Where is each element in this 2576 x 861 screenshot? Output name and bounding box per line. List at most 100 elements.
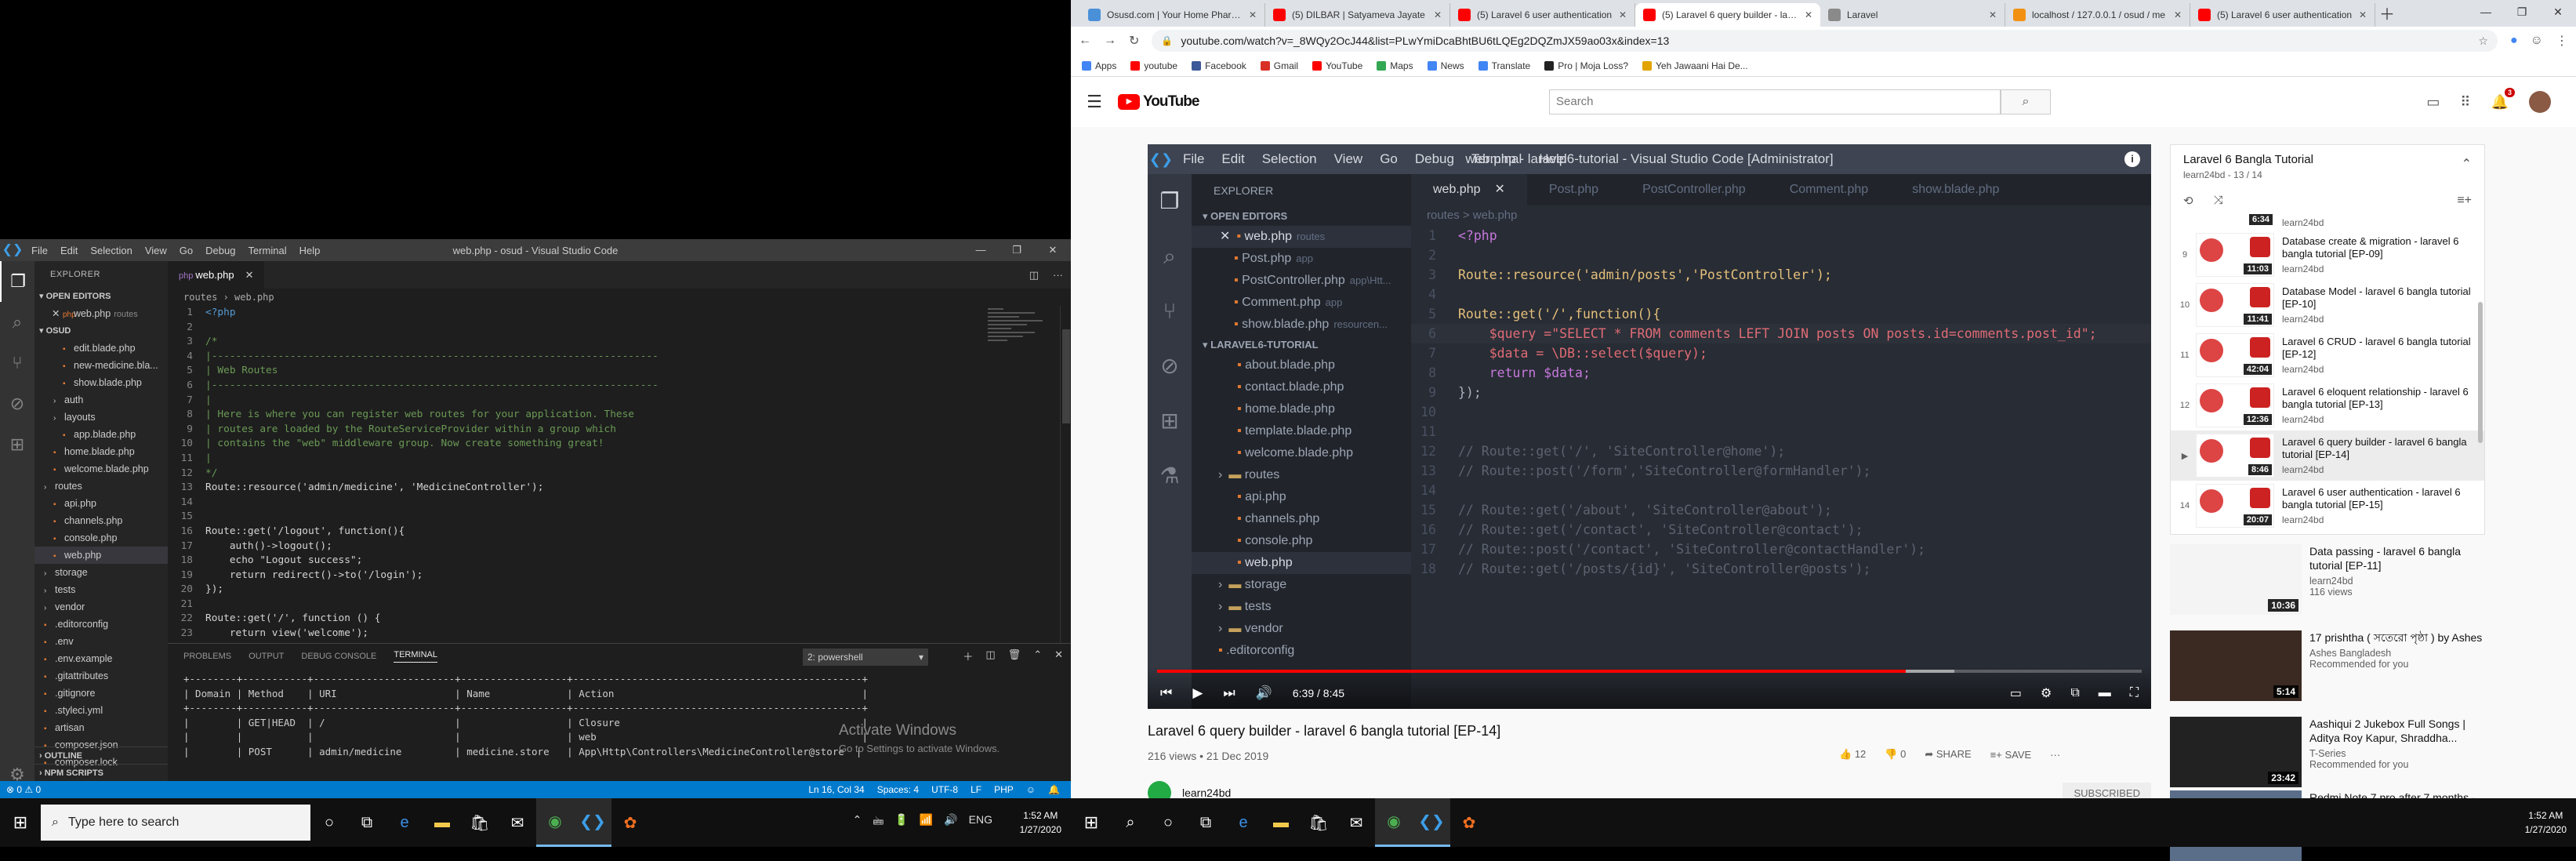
channel-name[interactable]: learn24bd [1182, 787, 1231, 799]
share-button[interactable]: ➦ SHARE [1925, 748, 1971, 761]
menu-terminal[interactable]: Terminal [241, 245, 292, 256]
progress-bar[interactable] [1157, 670, 2142, 673]
youtube-logo[interactable]: ▶ YouTube [1118, 93, 1199, 111]
file-item[interactable]: ▪ .env [34, 633, 168, 650]
collapse-icon[interactable]: ⌃ [2462, 156, 2472, 172]
clock[interactable]: 1:52 AM 1/27/2020 [1020, 808, 1061, 837]
menu-go[interactable]: Go [173, 245, 199, 256]
menu-edit[interactable]: Edit [54, 245, 84, 256]
close-tab-icon[interactable]: ✕ [1619, 9, 1627, 20]
workspace-section[interactable]: ▾ OSUD [34, 322, 168, 340]
status-item[interactable]: Spaces: 4 [877, 781, 919, 798]
chrome-icon[interactable]: ◉ [536, 798, 574, 847]
bookmark-item[interactable]: Gmail [1260, 60, 1298, 71]
browser-tab[interactable]: (5) DILBAR | Satyameva Jayate ✕ [1265, 3, 1450, 27]
folder-item[interactable]: › storage [34, 564, 168, 581]
split-editor-icon[interactable]: ◫ [1029, 261, 1039, 289]
dislike-button[interactable]: 👎 0 [1885, 748, 1906, 761]
store-icon[interactable]: 🛍 [1300, 798, 1337, 847]
hamburger-icon[interactable]: ☰ [1071, 92, 1118, 112]
bookmark-item[interactable]: YouTube [1312, 60, 1362, 71]
info-icon[interactable]: i [2124, 151, 2140, 167]
cortana-icon[interactable]: ○ [1149, 798, 1187, 847]
panel-tab-terminal[interactable]: TERMINAL [394, 650, 437, 663]
open-editors-section[interactable]: ▾ OPEN EDITORS [34, 288, 168, 305]
file-item[interactable]: ▪ home.blade.php [34, 443, 168, 460]
star-icon[interactable]: ☆ [2478, 35, 2488, 48]
file-item[interactable]: ▪ api.php [34, 495, 168, 512]
create-video-icon[interactable]: ▭ [2426, 94, 2440, 111]
settings-icon[interactable]: ⚙ [2041, 685, 2052, 701]
vscode-taskbar-icon[interactable]: ❮❯ [574, 798, 611, 847]
outline-section[interactable]: › OUTLINE [34, 747, 168, 764]
maximize-icon[interactable]: ❐ [999, 239, 1035, 261]
file-item[interactable]: ▪ .editorconfig [34, 616, 168, 633]
mail-icon[interactable]: ✉ [1337, 798, 1375, 847]
task-view-icon[interactable]: ⧉ [1187, 798, 1225, 847]
close-tab-icon[interactable]: ✕ [2359, 9, 2367, 20]
cortana-icon[interactable]: ○ [310, 798, 348, 847]
bookmark-item[interactable]: News [1427, 60, 1464, 71]
address-bar[interactable]: 🔒 youtube.com/watch?v=_8WQy2OcJ44&list=PL… [1152, 30, 2498, 52]
chrome-icon[interactable]: ◉ [1375, 798, 1413, 847]
file-item[interactable]: ▪ edit.blade.php [34, 340, 168, 357]
close-panel-icon[interactable]: ✕ [1054, 648, 1063, 663]
bookmark-item[interactable]: Pro | Moja Loss? [1544, 60, 1628, 71]
open-editor-item[interactable]: ✕ phpweb.php routes [34, 305, 168, 322]
panel-tab-problems[interactable]: PROBLEMS [183, 652, 231, 661]
close-tab-icon[interactable]: ✕ [1434, 9, 1442, 20]
close-tab-icon[interactable]: ✕ [2174, 9, 2182, 20]
status-item[interactable]: LF [971, 781, 981, 798]
shuffle-icon[interactable]: ⤨ [2214, 194, 2223, 208]
folder-item[interactable]: › layouts [34, 409, 168, 426]
minimap[interactable] [988, 306, 1049, 369]
next-icon[interactable]: ⏭ [1223, 685, 1235, 701]
file-item[interactable]: ▪ welcome.blade.php [34, 460, 168, 478]
playlist-item[interactable]: ▶ 8:46 Laravel 6 query builder - laravel 6… [2171, 430, 2484, 481]
source-control-icon[interactable]: ⑂ [0, 343, 34, 383]
recommended-video[interactable]: 23:42 Aashiqui 2 Jukebox Full Songs | Adi… [2170, 717, 2485, 787]
minimize-icon[interactable]: — [963, 239, 999, 261]
more-actions-icon[interactable]: ··· [1053, 261, 1063, 289]
problems-status[interactable]: ⊗ 0 ⚠ 0 [6, 781, 41, 798]
folder-item[interactable]: › tests [34, 581, 168, 598]
recommended-video[interactable]: 5:14 17 prishtha ( সতেরো পৃষ্ঠা ) by Ashe… [2170, 630, 2485, 701]
file-item[interactable]: ▪ new-medicine.bla... [34, 357, 168, 374]
folder-item[interactable]: › vendor [34, 598, 168, 616]
editor-scrollbar[interactable] [1060, 306, 1071, 643]
browser-tab[interactable]: Osusd.com | Your Home Pharmacy ✕ [1080, 3, 1265, 27]
edge-icon[interactable]: e [1225, 798, 1262, 847]
apps-icon[interactable]: ⠿ [2460, 94, 2470, 111]
trash-icon[interactable]: 🗑 [1008, 648, 1021, 663]
file-item[interactable]: ▪ .env.example [34, 650, 168, 667]
bookmark-item[interactable]: Facebook [1192, 60, 1246, 71]
npm-scripts-section[interactable]: › NPM SCRIPTS [34, 764, 168, 781]
vscode-taskbar-icon[interactable]: ❮❯ [1413, 798, 1450, 847]
xampp-icon[interactable]: ✿ [611, 798, 649, 847]
file-item[interactable]: ▪ .styleci.yml [34, 702, 168, 719]
search-button[interactable]: ⌕ [2001, 89, 2051, 114]
previous-icon[interactable]: ⏮ [1160, 685, 1172, 701]
avatar[interactable] [2529, 91, 2551, 113]
terminal-select[interactable]: 2: powershell ▾ [803, 648, 928, 666]
file-item[interactable]: ▪ app.blade.php [34, 426, 168, 443]
file-explorer-icon[interactable]: ▬ [423, 798, 461, 847]
browser-tab[interactable]: localhost / 127.0.0.1 / osud / me ✕ [2005, 3, 2190, 27]
playlist-item[interactable]: 6:34 learn24bd [2171, 213, 2484, 230]
mail-icon[interactable]: ✉ [499, 798, 536, 847]
debug-icon[interactable]: ⊘ [0, 383, 34, 424]
editor-tab[interactable]: php web.php ✕ [168, 261, 265, 289]
volume-icon[interactable]: 🔊 [1256, 685, 1272, 701]
like-button[interactable]: 👍 12 [1839, 748, 1866, 761]
subtitles-icon[interactable]: ▭ [2010, 685, 2022, 701]
maximize-icon[interactable]: ❐ [2504, 0, 2540, 24]
back-icon[interactable]: ← [1079, 34, 1091, 48]
more-icon[interactable]: ··· [2050, 749, 2060, 761]
close-tab-icon[interactable]: ✕ [1989, 9, 1997, 20]
browser-tab[interactable]: (5) Laravel 6 user authentication ✕ [2190, 3, 2375, 27]
bookmark-item[interactable]: Yeh Jawaani Hai De... [1642, 60, 1748, 71]
code-editor[interactable]: 1 <?php 2 3/* 4 |----------------------------… [168, 306, 1071, 643]
split-terminal-icon[interactable]: ◫ [985, 648, 995, 663]
folder-item[interactable]: › auth [34, 391, 168, 409]
system-tray[interactable]: ⌃ 🖮 🔋 📶 🔊 ENG [853, 813, 992, 832]
